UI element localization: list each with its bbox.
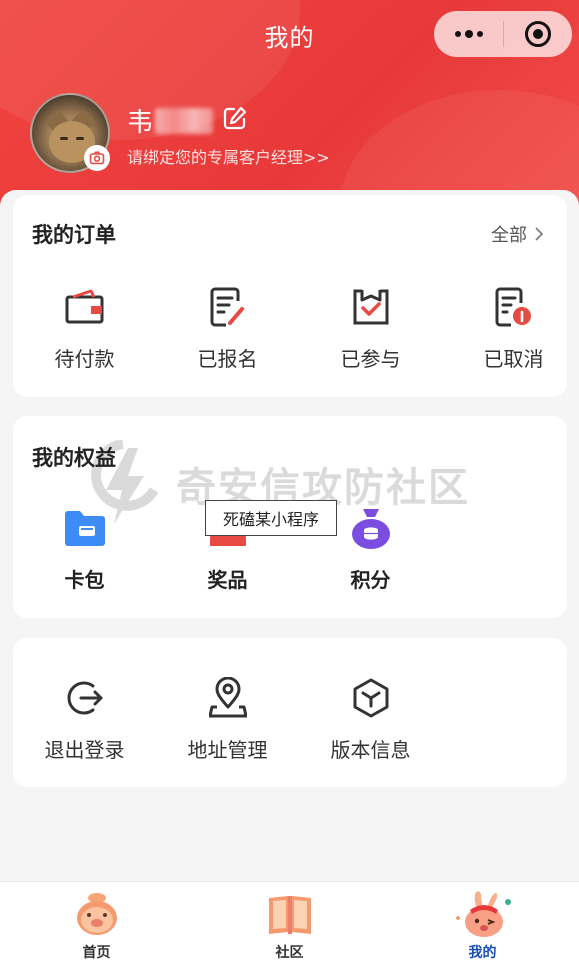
more-menu-button[interactable] <box>434 11 503 57</box>
benefit-label: 积分 <box>350 568 391 592</box>
tools-card: 退出登录 地址管理 版本信息 <box>13 638 567 787</box>
target-circle-icon <box>525 21 551 47</box>
tooltip: 死磕某小程序 <box>205 500 337 536</box>
bottom-tab-bar: 首页 社区 我的 <box>0 881 579 966</box>
order-participated[interactable]: 已参与 <box>299 285 442 372</box>
cancelled-doc-icon <box>495 287 531 327</box>
order-label: 已参与 <box>340 347 401 371</box>
tab-label: 我的 <box>468 945 497 961</box>
order-label: 待付款 <box>54 347 115 371</box>
points-bag-icon <box>351 509 390 549</box>
benefit-card-wallet[interactable]: 卡包 <box>13 506 156 593</box>
edit-icon[interactable] <box>222 105 248 131</box>
checked-box-icon <box>353 289 388 325</box>
tool-label: 退出登录 <box>44 738 125 762</box>
bind-manager-link[interactable]: 请绑定您的专属客户经理>> <box>127 144 330 168</box>
benefit-label: 卡包 <box>64 568 105 592</box>
order-label: 已取消 <box>483 347 544 371</box>
tab-label: 社区 <box>275 945 304 961</box>
benefits-title: 我的权益 <box>32 446 116 470</box>
orders-all-link[interactable]: 全部 <box>491 221 545 247</box>
order-registered[interactable]: 已报名 <box>156 285 299 372</box>
logout-item[interactable]: 退出登录 <box>13 676 156 763</box>
book-community-icon <box>268 896 311 934</box>
address-item[interactable]: 地址管理 <box>156 676 299 763</box>
user-name-text: 韦 <box>127 108 154 138</box>
order-cancelled[interactable]: 已取消 <box>442 285 579 372</box>
more-dots-icon <box>454 31 461 37</box>
rabbit-mascot-mine-icon <box>455 891 511 937</box>
tab-mine[interactable]: 我的 <box>386 882 579 966</box>
more-dots-icon <box>464 30 473 38</box>
more-dots-icon <box>476 31 483 37</box>
pig-mascot-home-icon <box>76 893 117 935</box>
tab-home[interactable]: 首页 <box>0 882 193 966</box>
order-pending-payment[interactable]: 待付款 <box>13 285 156 372</box>
logout-icon <box>67 681 102 715</box>
card-folder-icon <box>64 511 105 546</box>
benefit-label: 奖品 <box>207 568 248 592</box>
user-name: 韦 <box>127 102 214 139</box>
name-redaction <box>155 107 214 134</box>
miniprogram-capsule <box>434 11 572 57</box>
wallet-icon <box>65 289 103 324</box>
orders-all-label: 全部 <box>491 225 527 246</box>
tool-label: 版本信息 <box>330 738 411 762</box>
tab-label: 首页 <box>82 945 111 961</box>
close-miniprogram-button[interactable] <box>504 11 572 57</box>
version-item[interactable]: 版本信息 <box>299 676 442 763</box>
tab-community[interactable]: 社区 <box>193 882 386 966</box>
order-label: 已报名 <box>197 347 258 371</box>
signup-form-icon <box>210 287 244 327</box>
orders-title: 我的订单 <box>32 223 116 247</box>
camera-icon[interactable] <box>84 145 110 171</box>
version-box-icon <box>353 678 388 718</box>
orders-card: 我的订单 全部 待付款 已报名 已参与 已取消 <box>13 195 567 397</box>
location-icon <box>208 677 247 718</box>
tool-label: 地址管理 <box>187 738 268 762</box>
chevron-right-icon <box>535 227 544 241</box>
